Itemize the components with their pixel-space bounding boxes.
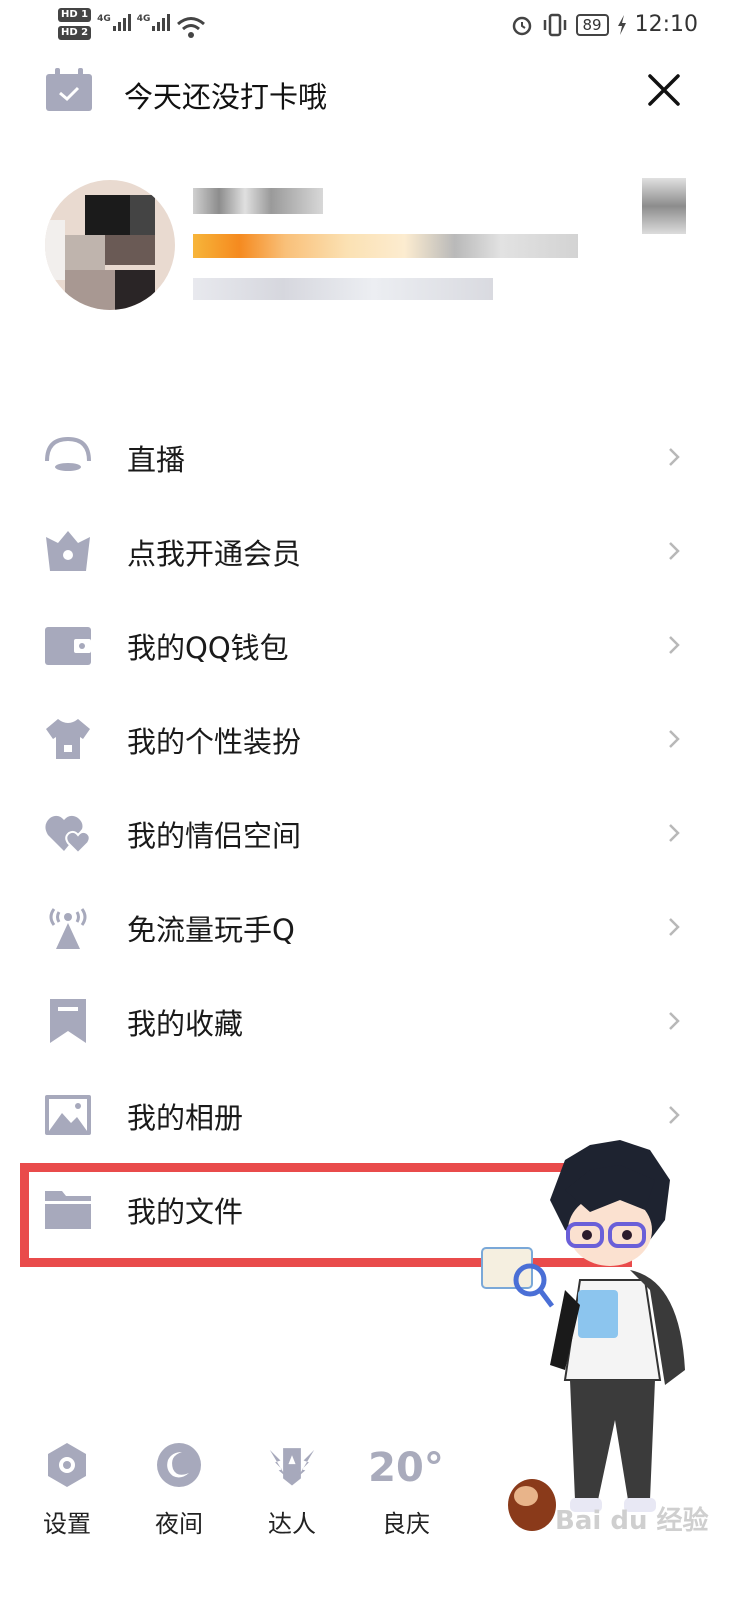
menu-item-wallet[interactable]: 我的QQ钱包 bbox=[0, 598, 738, 692]
level-badges-blur bbox=[193, 234, 578, 258]
expert-label: 达人 bbox=[268, 1510, 316, 1538]
sim1-badge: HD 1 bbox=[58, 8, 92, 22]
chevron-right-icon bbox=[669, 730, 680, 748]
menu-label: 我的情侣空间 bbox=[127, 819, 302, 853]
tshirt-icon bbox=[46, 719, 90, 759]
menu-label: 点我开通会员 bbox=[127, 537, 302, 571]
qrcode-blur[interactable] bbox=[642, 178, 686, 234]
weather-temperature: 20° bbox=[368, 1445, 444, 1491]
menu-label: 我的收藏 bbox=[127, 1007, 244, 1041]
weather-city: 良庆 bbox=[382, 1510, 430, 1538]
chevron-right-icon bbox=[669, 1012, 680, 1030]
signal-tower-icon bbox=[49, 908, 87, 949]
live-icon bbox=[45, 436, 91, 471]
menu-label: 直播 bbox=[127, 443, 186, 477]
hearts-icon bbox=[45, 815, 91, 855]
signal2-icon: 4G bbox=[137, 14, 171, 31]
clock: 12:10 bbox=[634, 12, 698, 37]
checkin-text: 今天还没打卡哦 bbox=[124, 80, 328, 114]
chevron-right-icon bbox=[669, 824, 680, 842]
chevron-right-icon bbox=[669, 1106, 680, 1124]
menu-label: 我的个性装扮 bbox=[127, 725, 302, 759]
sim2-badge: HD 2 bbox=[58, 26, 92, 40]
alarm-icon bbox=[512, 16, 531, 35]
menu-label: 我的QQ钱包 bbox=[127, 631, 289, 665]
wifi-icon bbox=[177, 17, 206, 38]
menu-item-couple[interactable]: 我的情侣空间 bbox=[0, 786, 738, 880]
winged-badge-icon bbox=[269, 1448, 315, 1486]
menu-item-favorites[interactable]: 我的收藏 bbox=[0, 974, 738, 1068]
settings-button[interactable]: 设置 bbox=[27, 1440, 107, 1539]
bookmark-icon bbox=[50, 999, 86, 1043]
watermark-text: Bai du 经验 bbox=[555, 1506, 709, 1536]
menu-item-live[interactable]: 直播 bbox=[0, 410, 738, 504]
chevron-right-icon bbox=[669, 636, 680, 654]
weather-widget[interactable]: 20° 良庆 bbox=[366, 1440, 446, 1539]
calendar-check-icon bbox=[46, 68, 92, 111]
settings-label: 设置 bbox=[43, 1510, 91, 1538]
charging-icon bbox=[617, 14, 626, 35]
chevron-right-icon bbox=[669, 918, 680, 936]
chevron-right-icon bbox=[669, 448, 680, 466]
signal1-icon: 4G bbox=[97, 14, 131, 31]
menu-label: 免流量玩手Q bbox=[127, 913, 295, 947]
vibrate-icon bbox=[543, 13, 566, 36]
gear-icon bbox=[48, 1443, 86, 1487]
wallet-icon bbox=[45, 627, 91, 665]
avatar[interactable] bbox=[45, 180, 175, 310]
moon-icon bbox=[157, 1443, 201, 1487]
signature-blur bbox=[193, 278, 493, 300]
battery-level: 89 bbox=[575, 13, 609, 36]
menu-item-free-data[interactable]: 免流量玩手Q bbox=[0, 880, 738, 974]
menu-item-theme[interactable]: 我的个性装扮 bbox=[0, 692, 738, 786]
night-mode-button[interactable]: 夜间 bbox=[139, 1440, 219, 1539]
status-bar: HD 1 HD 2 4G 4G 89 12:10 bbox=[0, 0, 738, 60]
photo-icon bbox=[45, 1095, 91, 1135]
expert-button[interactable]: 达人 bbox=[252, 1440, 332, 1539]
menu-item-vip[interactable]: 点我开通会员 bbox=[0, 504, 738, 598]
close-icon[interactable] bbox=[642, 68, 686, 112]
night-label: 夜间 bbox=[155, 1510, 203, 1538]
profile-card[interactable] bbox=[0, 170, 738, 330]
checkin-banner[interactable]: 今天还没打卡哦 bbox=[0, 62, 738, 122]
chevron-right-icon bbox=[669, 542, 680, 560]
nickname-blur bbox=[193, 188, 323, 214]
vip-crown-icon bbox=[46, 531, 90, 571]
menu-label: 我的相册 bbox=[127, 1101, 244, 1135]
